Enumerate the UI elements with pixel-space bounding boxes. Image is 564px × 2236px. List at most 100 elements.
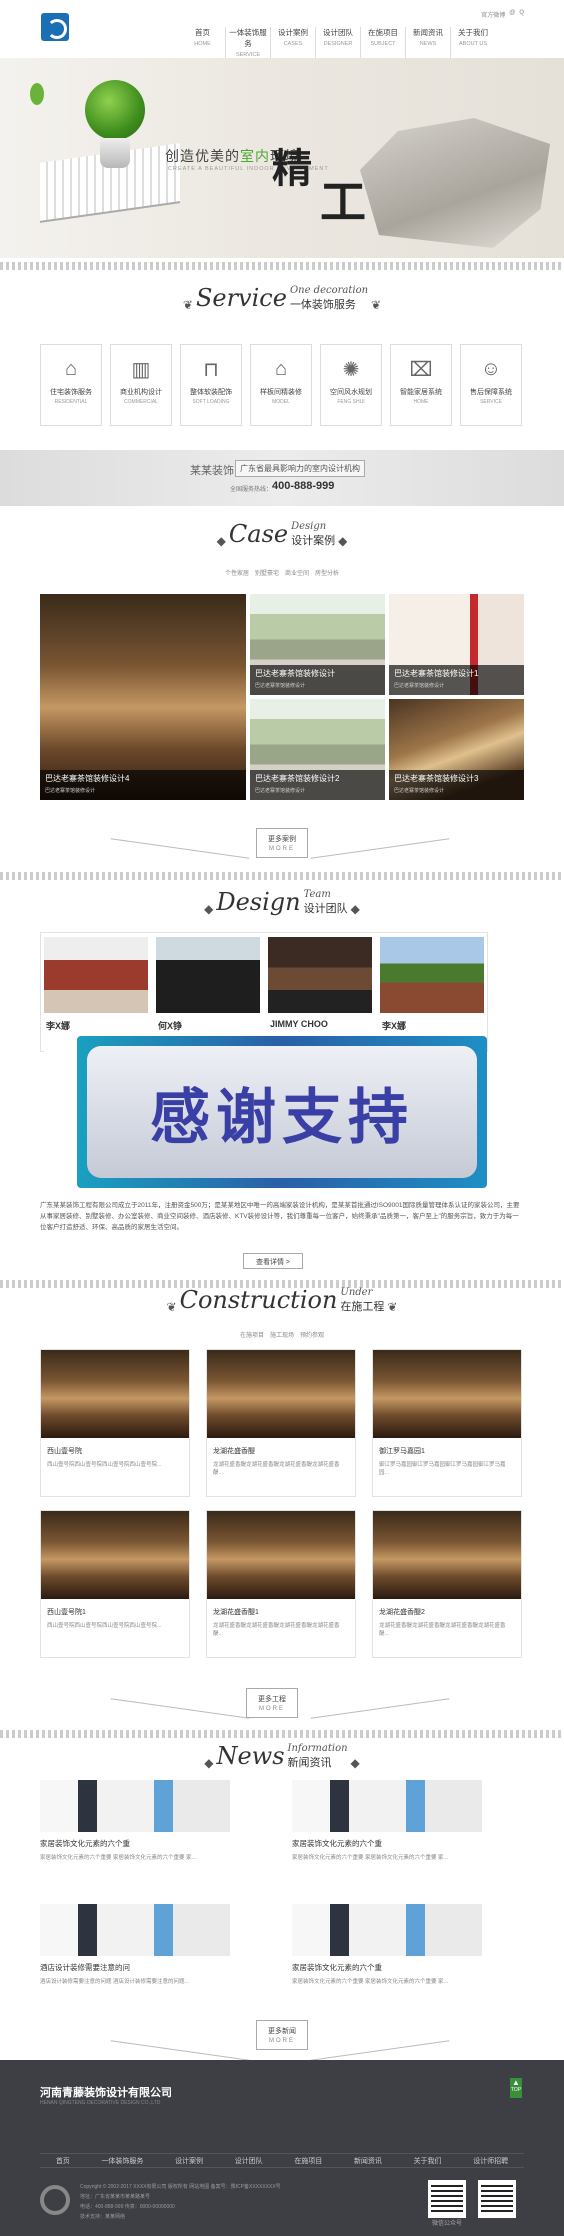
footer-nav-item[interactable]: 在施项目	[294, 2156, 322, 2166]
service-name-en: SOFT LOADING	[192, 399, 230, 405]
ornament-icon: ❦	[166, 1300, 177, 1314]
header-tools: 官方微博 @ Q	[481, 10, 524, 19]
nav-item-1[interactable]: 一体装饰服务 SERVICE	[225, 27, 270, 58]
news-title: 家居装饰文化元素的六个重	[292, 1839, 382, 1848]
bulb-base-image	[100, 138, 130, 168]
hero-banner: 创造优美的室内环境 CREATE A BEAUTIFUL INDOOR ENVI…	[0, 58, 564, 258]
nav-item-0[interactable]: 首页 HOME	[180, 27, 225, 58]
nav-item-3[interactable]: 设计团队 DESIGNER	[315, 27, 360, 58]
service-card[interactable]: ✺ 空间风水规划 FENG SHUI	[320, 344, 382, 426]
construction-card[interactable]: 西山壹号院 西山壹号院西山壹号院西山壹号院西山壹号院...	[40, 1349, 190, 1497]
worker-image	[360, 118, 550, 248]
ornament-icon: ◆	[204, 902, 214, 916]
case-title: 巴达老寨茶馆装修设计1	[394, 669, 479, 678]
nav-label-en: DESIGNER	[323, 41, 353, 47]
nav-item-6[interactable]: 关于我们 ABOUT US	[450, 27, 495, 58]
news-title: 酒店设计装修需要注意的问	[40, 1963, 130, 1972]
footer-nav-item[interactable]: 设计师招聘	[473, 2156, 508, 2166]
news-photo	[40, 1780, 230, 1832]
nav-item-2[interactable]: 设计案例 CASES	[270, 27, 315, 58]
construction-card[interactable]: 龙湖花盛香醍 龙湖花盛香醍龙湖花盛香醍龙湖花盛香醍龙湖花盛香醍...	[206, 1349, 356, 1497]
ornament-icon: ❦	[182, 298, 193, 312]
footer-nav-item[interactable]: 设计案例	[175, 2156, 203, 2166]
footer-nav-item[interactable]: 一体装饰服务	[101, 2156, 143, 2166]
tab-case-1[interactable]: 别墅豪宅	[255, 568, 279, 577]
section-title-cn: 设计案例	[291, 535, 336, 547]
site-header: 官方微博 @ Q 首页 HOME 一体装饰服务 SERVICE 设计案例 CASES 设计团…	[0, 0, 564, 58]
construction-title: 御江罗马嘉园1	[379, 1448, 425, 1455]
footer-nav-item[interactable]: 新闻资讯	[354, 2156, 382, 2166]
footer-logo	[40, 2185, 70, 2215]
construction-card[interactable]: 西山壹号院1 西山壹号院西山壹号院西山壹号院西山壹号院...	[40, 1510, 190, 1658]
section-subtitle-italic: Design	[291, 521, 327, 532]
weibo-link[interactable]: 官方微博	[481, 10, 505, 19]
construction-card[interactable]: 御江罗马嘉园1 御江罗马嘉园御江罗马嘉园御江罗马嘉园御江罗马嘉园...	[372, 1349, 522, 1497]
main-nav: 首页 HOME 一体装饰服务 SERVICE 设计案例 CASES 设计团队 DESIGNER…	[180, 27, 495, 58]
construction-photo	[41, 1511, 189, 1599]
service-card[interactable]: ☺ 售后保障系统 SERVICE	[460, 344, 522, 426]
view-details-button[interactable]: 查看详情 >	[243, 1253, 303, 1269]
case-card[interactable]: 巴达老寨茶馆装修设计3 巴达老寨茶馆装修设计	[389, 699, 524, 800]
construction-card[interactable]: 龙湖花盛香醍1 龙湖花盛香醍龙湖花盛香醍龙湖花盛香醍龙湖花盛香醍...	[206, 1510, 356, 1658]
divider-line	[110, 1698, 250, 1719]
service-card[interactable]: ⊓ 整体软装配饰 SOFT LOADING	[180, 344, 242, 426]
smart-home-icon: ⌧	[409, 358, 433, 381]
service-card[interactable]: ⌧ 智能家居系统 HOME	[390, 344, 452, 426]
news-item[interactable]: 酒店设计装修需要注意的问 酒店设计装修需要注意的问题 酒店设计装修需要注意的问题.…	[40, 1904, 230, 1985]
case-card[interactable]: 巴达老寨茶馆装修设计 巴达老寨茶馆装修设计	[250, 594, 385, 695]
construction-card[interactable]: 龙湖花盛香醍2 龙湖花盛香醍龙湖花盛香醍龙湖花盛香醍龙湖花盛香醍...	[372, 1510, 522, 1658]
more-news-button[interactable]: 更多新闻 MORE	[256, 2020, 308, 2050]
nav-label: 设计团队	[323, 28, 353, 37]
ornament-icon: ◆	[338, 534, 348, 548]
construction-desc: 西山壹号院西山壹号院西山壹号院西山壹号院...	[47, 1623, 162, 1629]
more-cases-button[interactable]: 更多案例 MORE	[256, 828, 308, 858]
case-title: 巴达老寨茶馆装修设计	[255, 669, 335, 678]
more-construction-button[interactable]: 更多工程 MORE	[246, 1688, 298, 1718]
divider-line	[310, 838, 450, 859]
news-title: 家居装饰文化元素的六个重	[40, 1839, 130, 1848]
case-card[interactable]: 巴达老寨茶馆装修设计4 巴达老寨茶馆装修设计	[40, 594, 246, 800]
building-icon: ▥	[131, 358, 151, 381]
footer-nav-item[interactable]: 首页	[56, 2156, 70, 2166]
wave-divider	[0, 262, 564, 270]
footer-nav-item[interactable]: 设计团队	[235, 2156, 263, 2166]
news-item[interactable]: 家居装饰文化元素的六个重 家居装饰文化元素的六个重要 家居装饰文化元素的六个重要 …	[40, 1780, 230, 1861]
service-card[interactable]: ⌂ 住宅装饰服务 RESIDENTIAL	[40, 344, 102, 426]
tab-case-3[interactable]: 房型分析	[315, 568, 339, 577]
service-card[interactable]: ▥ 商业机构设计 COMMERCIAL	[110, 344, 172, 426]
case-card[interactable]: 巴达老寨茶馆装修设计2 巴达老寨茶馆装修设计	[250, 699, 385, 800]
model-room-icon: ⌂	[274, 357, 288, 380]
nav-label-en: HOME	[194, 41, 211, 47]
construction-title: 龙湖花盛香醍	[213, 1448, 255, 1455]
tab-construction-2[interactable]: 预约参观	[300, 1330, 324, 1339]
tab-construction-0[interactable]: 在施项目	[240, 1330, 264, 1339]
construction-title: 西山壹号院	[47, 1448, 82, 1455]
nav-item-4[interactable]: 在施项目 SUBJECT	[360, 27, 405, 58]
wave-divider	[0, 872, 564, 880]
site-logo[interactable]	[41, 13, 69, 41]
member-photo	[156, 937, 260, 1013]
tab-case-2[interactable]: 商业空间	[285, 568, 309, 577]
case-card[interactable]: 巴达老寨茶馆装修设计1 巴达老寨茶馆装修设计	[389, 594, 524, 695]
service-name: 智能家居系统	[400, 389, 442, 396]
weibo-icon[interactable]: @	[509, 10, 515, 19]
qq-icon[interactable]: Q	[519, 10, 524, 19]
news-item[interactable]: 家居装饰文化元素的六个重 家居装饰文化元素的六个重要 家居装饰文化元素的六个重要 …	[292, 1780, 482, 1861]
section-subtitle-italic: Information	[287, 1743, 348, 1754]
back-to-top-button[interactable]: ▲ TOP	[510, 2078, 522, 2098]
section-title-cn: 一体装饰服务	[289, 299, 356, 311]
news-item[interactable]: 家居装饰文化元素的六个重 家居装饰文化元素的六个重要 家居装饰文化元素的六个重要 …	[292, 1904, 482, 1985]
footer-nav-item[interactable]: 关于我们	[414, 2156, 442, 2166]
construction-desc: 龙湖花盛香醍龙湖花盛香醍龙湖花盛香醍龙湖花盛香醍...	[379, 1623, 506, 1637]
construction-title: 西山壹号院1	[47, 1609, 86, 1616]
nav-label-en: SUBJECT	[370, 41, 396, 47]
ornament-icon: ◆	[350, 1756, 360, 1770]
tab-construction-1[interactable]: 施工现场	[270, 1330, 294, 1339]
nav-item-5[interactable]: 新闻资讯 NEWS	[405, 27, 450, 58]
service-card[interactable]: ⌂ 样板间精装修 MODEL	[250, 344, 312, 426]
tab-case-0[interactable]: 个性家居	[225, 568, 249, 577]
qr-code	[428, 2180, 466, 2218]
member-photo	[380, 937, 484, 1013]
section-title-cn: 新闻资讯	[287, 1757, 332, 1769]
qr-code	[478, 2180, 516, 2218]
